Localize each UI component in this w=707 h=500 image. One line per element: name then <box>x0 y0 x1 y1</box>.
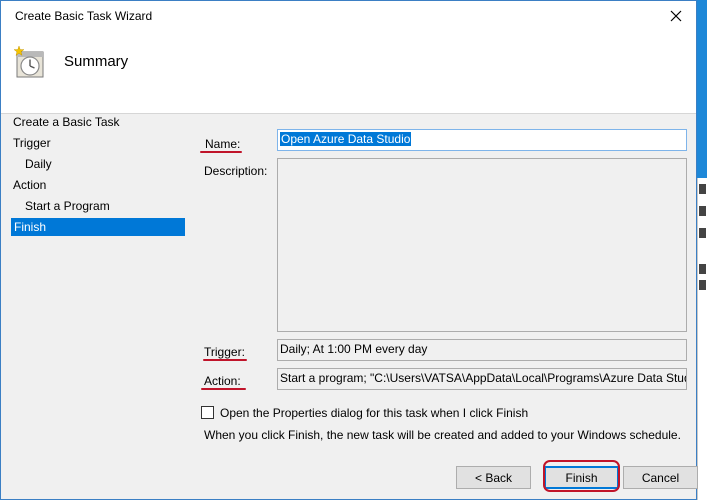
name-field[interactable]: Open Azure Data Studio <box>277 129 687 151</box>
close-button[interactable] <box>656 1 696 31</box>
finish-info-text: When you click Finish, the new task will… <box>204 428 681 442</box>
back-button[interactable]: < Back <box>456 466 531 489</box>
name-field-value: Open Azure Data Studio <box>280 132 412 146</box>
trigger-label: Trigger: <box>204 345 245 359</box>
nav-step-create-basic-task[interactable]: Create a Basic Task <box>13 113 120 131</box>
action-summary-field[interactable]: Start a program; "C:\Users\VATSA\AppData… <box>277 368 687 390</box>
background-glyph <box>699 280 706 290</box>
header-band: Summary <box>1 31 696 114</box>
action-annotation-underline <box>201 388 246 390</box>
open-properties-checkbox[interactable] <box>201 406 214 419</box>
action-label: Action: <box>204 374 241 388</box>
background-glyph <box>699 228 706 238</box>
page-title: Summary <box>64 53 129 70</box>
description-label: Description: <box>204 164 268 178</box>
title-bar: Create Basic Task Wizard <box>1 1 696 31</box>
nav-step-trigger[interactable]: Trigger <box>13 134 51 152</box>
nav-step-action[interactable]: Action <box>13 176 46 194</box>
name-annotation-underline <box>200 151 242 153</box>
scheduled-task-clock-icon <box>13 45 44 78</box>
create-basic-task-wizard-dialog: Create Basic Task Wizard Summary Create … <box>0 0 698 500</box>
description-field[interactable] <box>277 158 687 332</box>
trigger-annotation-underline <box>203 359 247 361</box>
finish-annotation-circle <box>543 460 620 492</box>
close-icon <box>670 10 682 22</box>
trigger-summary-field[interactable]: Daily; At 1:00 PM every day <box>277 339 687 361</box>
name-label: Name: <box>205 137 241 151</box>
window-title: Create Basic Task Wizard <box>15 9 153 23</box>
background-glyph <box>699 206 706 216</box>
nav-step-daily[interactable]: Daily <box>25 155 52 173</box>
cancel-button[interactable]: Cancel <box>623 466 698 489</box>
background-window <box>697 178 707 500</box>
background-glyph <box>699 264 706 274</box>
nav-step-start-a-program[interactable]: Start a Program <box>25 197 110 215</box>
open-properties-label[interactable]: Open the Properties dialog for this task… <box>220 406 528 420</box>
background-glyph <box>699 184 706 194</box>
nav-step-finish[interactable]: Finish <box>11 218 185 236</box>
